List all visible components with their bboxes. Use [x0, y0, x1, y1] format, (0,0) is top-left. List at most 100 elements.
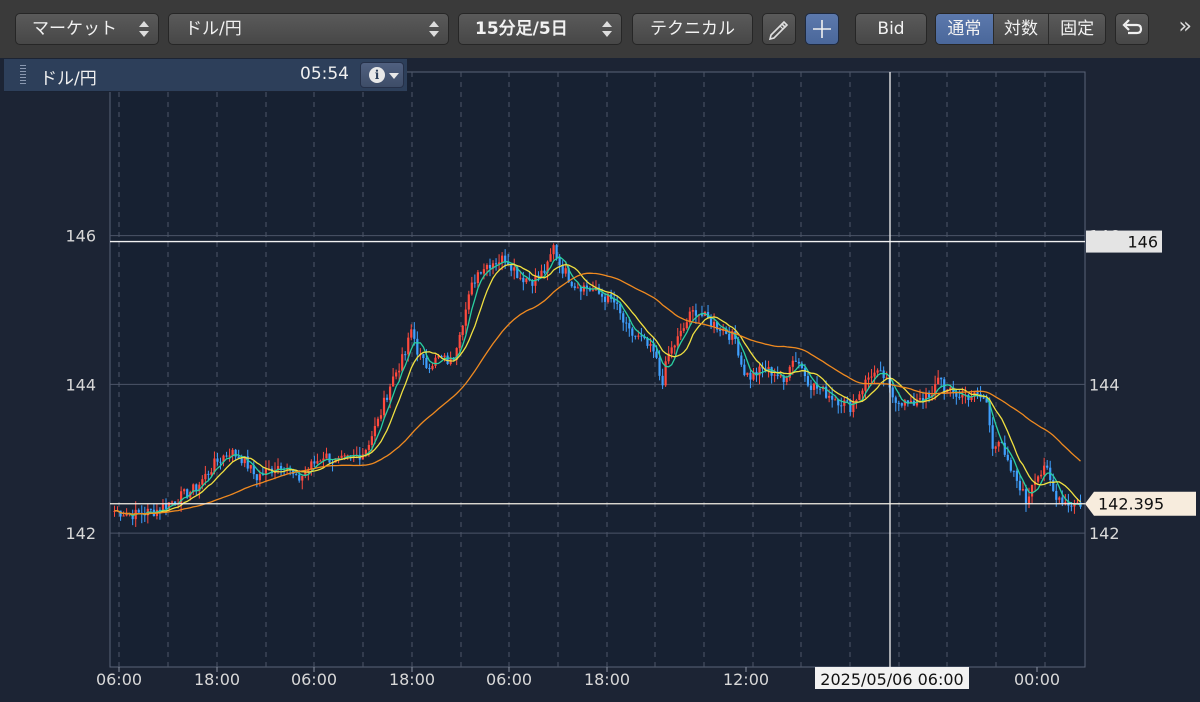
candle-body — [561, 265, 564, 274]
candle-body — [828, 395, 831, 398]
candle-body — [694, 310, 698, 316]
technical-button[interactable]: テクニカル — [632, 13, 753, 45]
candle-body — [319, 460, 322, 462]
candle-body — [628, 323, 631, 329]
market-select[interactable]: マーケット — [15, 13, 159, 45]
candle-body — [376, 418, 380, 427]
candle-body — [976, 392, 979, 395]
candle-body — [891, 387, 894, 398]
bid-button[interactable]: Bid — [855, 13, 927, 45]
crosshair-icon — [813, 20, 831, 38]
candle-body — [467, 294, 470, 310]
x-tick-label: 06:00 — [486, 670, 532, 689]
candle-body — [809, 385, 813, 390]
pencil-button[interactable] — [762, 13, 796, 45]
scale-normal-button[interactable]: 通常 — [936, 14, 994, 44]
candle-body — [631, 328, 634, 336]
candle-body — [1015, 470, 1018, 481]
candle-body — [488, 265, 492, 269]
candle-body — [470, 282, 473, 295]
undo-button[interactable] — [1115, 13, 1149, 45]
candle-body — [1040, 474, 1043, 477]
candle-body — [640, 335, 643, 337]
candle-body — [582, 285, 585, 292]
candle-body — [679, 330, 682, 337]
candle-body — [779, 375, 782, 377]
crosshair-button[interactable] — [805, 13, 839, 45]
y-tick-label-left: 144 — [65, 375, 96, 394]
candle-body — [519, 277, 522, 279]
candle-body — [997, 441, 1000, 447]
candle-body — [661, 375, 664, 386]
candle-body — [513, 267, 516, 271]
x-tick-label: 18:00 — [389, 670, 435, 689]
candle-body — [328, 453, 331, 463]
candle-body — [310, 461, 313, 470]
period-select[interactable]: 15分足/5日 — [458, 13, 622, 45]
candle-body — [416, 338, 419, 355]
candle-body — [691, 310, 694, 312]
candle-body — [1021, 489, 1025, 491]
candle-body — [482, 269, 486, 274]
candle-body — [552, 245, 555, 255]
candle-body — [279, 466, 283, 469]
chevron-down-icon — [389, 73, 399, 79]
candle-body — [955, 392, 958, 397]
candle-body — [240, 458, 243, 464]
candle-body — [473, 282, 476, 284]
info-menu-button[interactable]: i — [360, 62, 404, 88]
info-icon: i — [369, 67, 385, 83]
scale-fixed-button[interactable]: 固定 — [1049, 14, 1105, 44]
candle-body — [249, 465, 252, 469]
candle-body — [673, 345, 676, 348]
candle-body — [879, 370, 882, 372]
toolbar: マーケット ドル/円 15分足/5日 テクニカル Bid 通常 対数 固定 » — [0, 0, 1200, 59]
x-tick-label: 18:00 — [194, 670, 240, 689]
candle-body — [410, 329, 413, 338]
x-tick-label: 00:00 — [1014, 670, 1060, 689]
price-chart[interactable]: 142 142 144 144 146 146 06:00 18:00 06:00 18:00 0… — [0, 58, 1200, 702]
candle-body — [700, 314, 704, 316]
candle-body — [295, 474, 298, 476]
candle-body — [918, 398, 922, 400]
candle-body — [870, 376, 873, 378]
double-chevron-right-icon[interactable]: » — [1179, 14, 1192, 39]
candle-body — [894, 397, 897, 403]
symbol-select-label: ドル/円 — [185, 19, 242, 39]
scale-log-button[interactable]: 対数 — [994, 14, 1050, 44]
candle-body — [298, 474, 301, 481]
candle-body — [225, 455, 228, 457]
period-select-label: 15分足/5日 — [475, 19, 568, 39]
candle-body — [1006, 454, 1009, 461]
undo-icon — [1122, 19, 1143, 35]
candle-body — [382, 397, 386, 416]
candle-body — [773, 374, 776, 376]
candle-body — [770, 367, 773, 376]
candle-body — [373, 426, 377, 437]
drag-handle-icon[interactable] — [20, 65, 26, 85]
candle-body — [558, 257, 561, 266]
candle-body — [600, 293, 604, 297]
candle-body — [806, 376, 810, 386]
candle-body — [994, 446, 997, 449]
candle-body — [1058, 497, 1061, 500]
chart-panel-header[interactable]: ドル/円 05:54 i — [4, 59, 407, 92]
candle-body — [494, 263, 498, 265]
candle-body — [1024, 489, 1028, 504]
candle-body — [461, 325, 464, 335]
candle-body — [849, 400, 852, 413]
candle-body — [743, 364, 746, 376]
last-price-label: 142.395 — [1098, 495, 1164, 514]
candle-body — [464, 309, 467, 326]
candle-body — [540, 270, 543, 277]
candle-body — [818, 388, 822, 390]
candle-body — [343, 455, 346, 457]
candle-body — [740, 355, 743, 365]
candle-body — [991, 425, 994, 449]
candle-body — [776, 374, 779, 377]
candle-body — [655, 351, 658, 358]
candle-body — [864, 379, 867, 391]
symbol-select[interactable]: ドル/円 — [168, 13, 449, 45]
candle-body — [413, 329, 416, 339]
candle-body — [204, 473, 207, 480]
